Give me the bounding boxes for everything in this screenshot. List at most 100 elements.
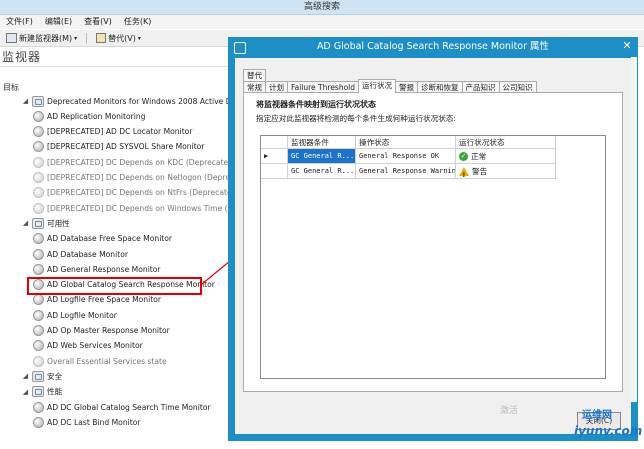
tree-item-label: [DEPRECATED] DC Depends on KDC (Deprecat… <box>47 157 237 167</box>
tree-item-label: AD Database Monitor <box>47 249 128 259</box>
logo-text-bottom: iyunv.com <box>574 424 643 438</box>
chevron-down-icon[interactable]: ▾ <box>74 35 77 42</box>
divider <box>0 66 230 67</box>
cell-condition[interactable]: GC General R... <box>288 164 356 179</box>
expand-icon[interactable]: ◢ <box>22 97 29 105</box>
tree-item[interactable]: AD Logfile Monitor <box>33 308 117 322</box>
tree-item-label: [DEPRECATED] AD DC Locator Monitor <box>47 127 193 137</box>
cell-condition[interactable]: GC General R... <box>288 149 356 164</box>
expand-icon[interactable]: ◢ <box>22 372 29 380</box>
cell-health[interactable]: ✓ 正常 <box>456 149 556 164</box>
tree-item[interactable]: AD Replication Monitoring <box>33 109 146 123</box>
monitor-status-icon <box>33 187 44 199</box>
tree-item[interactable]: [DEPRECATED] DC Depends on NtFrs (Deprec… <box>33 186 239 200</box>
tree-item[interactable]: AD DC Global Catalog Search Time Monitor <box>33 400 211 414</box>
tree-item[interactable]: [DEPRECATED] DC Depends on KDC (Deprecat… <box>33 155 236 169</box>
chevron-down-icon[interactable]: ▾ <box>138 35 141 42</box>
tree-item-label: 安全 <box>47 371 63 381</box>
panel-title: 将监视器条件映射到运行状况状态 <box>256 100 376 109</box>
grid-corner <box>261 136 288 149</box>
toolbar-separator <box>86 32 88 44</box>
override-label: 替代(V) <box>108 33 136 43</box>
cell-op-state[interactable]: General Response OK <box>356 149 456 164</box>
folder-icon <box>32 386 44 398</box>
new-monitor-button[interactable]: 新建监视器(M) ▾ <box>4 33 79 44</box>
menu-file[interactable]: 文件(F) <box>6 15 33 29</box>
tree-item[interactable]: AD Op Master Response Monitor <box>33 324 170 338</box>
monitor-icon <box>6 33 17 43</box>
tree-item-label: AD Op Master Response Monitor <box>47 326 170 335</box>
panel-description: 指定应对此监视器将检测的每个条件生成何种运行状况状态: <box>256 114 456 123</box>
monitor-status-icon <box>33 325 44 336</box>
tree-item-label: AD Logfile Free Space Monitor <box>47 295 161 305</box>
monitor-status-icon <box>33 202 44 214</box>
cell-health[interactable]: ! 警告 <box>456 164 556 179</box>
tab-health[interactable]: 运行状况 <box>358 79 397 93</box>
menu-view[interactable]: 查看(V) <box>84 15 112 29</box>
health-mapping-grid: 监视器条件 操作状态 运行状况状态 ▶ GC General R... Gene… <box>260 135 606 379</box>
column-header-health[interactable]: 运行状况状态 <box>456 136 556 149</box>
row-indicator: ▶ <box>261 149 288 164</box>
tree-item[interactable]: [DEPRECATED] AD SYSVOL Share Monitor <box>33 140 204 154</box>
tree-folder[interactable]: ◢ Deprecated Monitors for Windows 2008 Ac… <box>22 94 249 108</box>
folder-icon <box>32 95 44 107</box>
monitor-status-icon <box>33 110 44 122</box>
tree-item[interactable]: [DEPRECATED] AD DC Locator Monitor <box>33 125 192 139</box>
window-title: 高级搜索 <box>0 0 644 15</box>
ok-icon: ✓ <box>459 151 468 161</box>
pane-title: 监视器 <box>2 50 42 64</box>
monitor-status-icon <box>33 126 44 138</box>
tree-folder[interactable]: ◢ 性能 <box>22 385 62 399</box>
tree-item[interactable]: [DEPRECATED] DC Depends on Netlogon (Dep… <box>33 171 254 185</box>
monitor-status-icon <box>33 309 44 321</box>
tree-item[interactable]: AD General Response Monitor <box>33 262 161 276</box>
site-logo: 运维网 iyunv.com <box>568 406 642 446</box>
tab-override[interactable]: 替代 <box>243 69 266 81</box>
tree-item[interactable]: AD Web Services Monitor <box>33 339 143 353</box>
monitor-status-icon <box>33 263 44 275</box>
tree-folder[interactable]: ◢ 可用性 <box>22 216 70 230</box>
tree-item-label: [DEPRECATED] DC Depends on Netlogon (Dep… <box>47 173 255 182</box>
expand-icon[interactable]: ◢ <box>22 219 29 227</box>
row-indicator <box>261 164 288 179</box>
expand-icon[interactable]: ◢ <box>22 388 29 396</box>
override-icon <box>96 33 107 43</box>
new-monitor-label: 新建监视器(M) <box>19 33 73 43</box>
tree-item[interactable]: AD Database Free Space Monitor <box>33 232 172 246</box>
dialog-title: AD Global Catalog Search Response Monito… <box>316 41 550 52</box>
folder-icon <box>32 370 44 382</box>
monitor-status-icon <box>33 233 44 245</box>
properties-dialog: AD Global Catalog Search Response Monito… <box>228 37 638 441</box>
monitor-status-icon <box>33 141 44 153</box>
tree-item-label: AD Database Free Space Monitor <box>47 234 173 244</box>
tree-item[interactable]: AD DC Last Bind Monitor <box>33 415 140 429</box>
tree-item-label: AD Web Services Monitor <box>47 341 143 351</box>
tree-item-label: 性能 <box>47 387 63 397</box>
tree-item-label: 可用性 <box>47 218 70 228</box>
tree-item[interactable]: AD Database Monitor <box>33 247 128 261</box>
cell-op-state[interactable]: General Response Warning <box>356 164 456 179</box>
column-header-op-state[interactable]: 操作状态 <box>356 136 456 149</box>
close-icon[interactable]: ✕ <box>620 40 634 52</box>
tree-item[interactable]: Overall Essential Services state <box>33 354 167 368</box>
tree-folder[interactable]: ◢ 安全 <box>22 369 62 383</box>
tree-item-label: AD DC Last Bind Monitor <box>47 417 141 427</box>
column-header-condition[interactable]: 监视器条件 <box>288 136 356 149</box>
health-label: 警告 <box>472 166 488 176</box>
watermark-text: 激活 <box>500 406 519 416</box>
monitor-status-icon <box>33 172 44 183</box>
tab-row-top: 替代 <box>243 69 266 81</box>
tree-item-label: [DEPRECATED] DC Depends on NtFrs (Deprec… <box>47 188 240 198</box>
tab-panel-health: 将监视器条件映射到运行状况状态 指定应对此监视器将检测的每个条件生成何种运行状况… <box>243 92 623 392</box>
monitor-status-icon <box>33 416 44 428</box>
monitor-status-icon <box>33 294 44 306</box>
tree-item-label: AD Logfile Monitor <box>47 310 117 320</box>
menu-tasks[interactable]: 任务(K) <box>124 15 152 29</box>
override-button[interactable]: 替代(V) ▾ <box>94 33 143 44</box>
menu-edit[interactable]: 编辑(E) <box>45 15 72 29</box>
folder-icon <box>32 217 44 229</box>
logo-text-top: 运维网 <box>582 410 612 421</box>
vertical-scrollbar[interactable] <box>631 57 637 402</box>
tree-item-label: AD General Response Monitor <box>47 264 161 274</box>
monitor-status-icon <box>33 355 44 367</box>
